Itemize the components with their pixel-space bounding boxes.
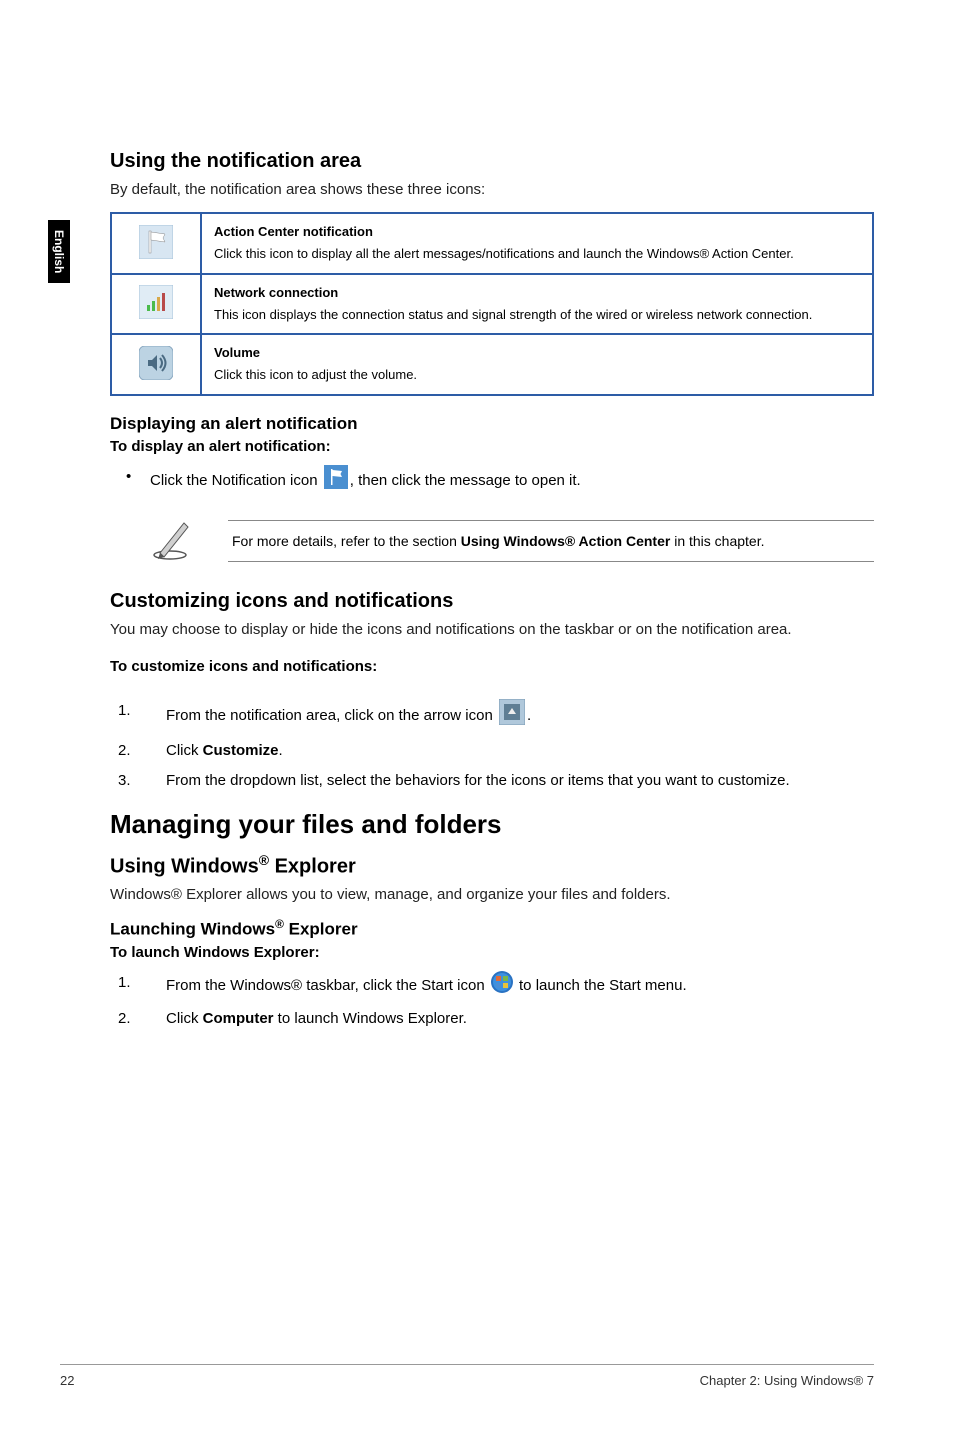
note-text: For more details, refer to the section U… (228, 520, 874, 562)
notification-icons-table: Action Center notification Click this ic… (110, 212, 874, 396)
bullet-pre: Click the Notification icon (150, 472, 322, 489)
cell-volume-icon (111, 334, 201, 395)
step2-post: . (279, 742, 283, 759)
step-click-customize: Click Customize. (110, 739, 874, 763)
desc-network: This icon displays the connection status… (214, 307, 812, 322)
page-number: 22 (60, 1373, 74, 1388)
heading-display-alert: Displaying an alert notification (110, 414, 874, 434)
chapter-label: Chapter 2: Using Windows® 7 (700, 1373, 874, 1388)
title-network: Network connection (214, 285, 860, 300)
note-post: in this chapter. (670, 533, 764, 549)
flag-icon (139, 225, 173, 259)
cell-flag-desc: Action Center notification Click this ic… (201, 213, 873, 274)
arrow-up-icon (499, 699, 525, 733)
heading-managing-files: Managing your files and folders (110, 809, 874, 840)
note-bold: Using Windows® Action Center (461, 533, 671, 549)
cell-volume-desc: Volume Click this icon to adjust the vol… (201, 334, 873, 395)
bold-launch-explorer: To launch Windows Explorer: (110, 944, 874, 961)
bullet-list-alert: Click the Notification icon , then click… (110, 465, 874, 497)
launch1-pre: From the Windows® taskbar, click the Sta… (166, 977, 489, 994)
step-click-computer: Click Computer to launch Windows Explore… (110, 1007, 874, 1031)
step-start-icon: From the Windows® taskbar, click the Sta… (110, 971, 874, 1001)
heading-customizing: Customizing icons and notifications (110, 590, 874, 613)
numlist-launch: From the Windows® taskbar, click the Sta… (110, 971, 874, 1031)
step2-bold: Customize (203, 742, 279, 759)
launch2-pre: Click (166, 1010, 203, 1027)
sidebar-lang-tab: English (48, 220, 70, 283)
heading-windows-explorer: Using Windows® Explorer (110, 852, 874, 879)
volume-icon (139, 346, 173, 380)
title-action-center: Action Center notification (214, 224, 860, 239)
intro-explorer: Windows® Explorer allows you to view, ma… (110, 884, 874, 905)
step-dropdown: From the dropdown list, select the behav… (110, 769, 874, 793)
pencil-icon (150, 515, 198, 568)
intro-customizing: You may choose to display or hide the ic… (110, 619, 874, 640)
heading-launching-explorer: Launching Windows® Explorer (110, 917, 874, 940)
step1-pre: From the notification area, click on the… (166, 707, 497, 724)
flag-icon-inline (324, 465, 348, 497)
cell-network-desc: Network connection This icon displays th… (201, 274, 873, 335)
page-footer: 22 Chapter 2: Using Windows® 7 (60, 1364, 874, 1388)
page-content: Using the notification area By default, … (0, 0, 954, 1105)
bold-display-alert: To display an alert notification: (110, 438, 874, 455)
step-arrow-icon: From the notification area, click on the… (110, 699, 874, 733)
step2-pre: Click (166, 742, 203, 759)
bold-customize: To customize icons and notifications: (110, 658, 874, 675)
cell-network-icon (111, 274, 201, 335)
step1-post: . (527, 707, 531, 724)
heading-notification-area: Using the notification area (110, 150, 874, 173)
desc-action-center: Click this icon to display all the alert… (214, 246, 794, 261)
note-pre: For more details, refer to the section (232, 533, 461, 549)
bullet-post: , then click the message to open it. (350, 472, 581, 489)
cell-flag-icon (111, 213, 201, 274)
launch1-post: to launch the Start menu. (515, 977, 687, 994)
bullet-item-notification: Click the Notification icon , then click… (150, 465, 874, 497)
intro-notification-area: By default, the notification area shows … (110, 179, 874, 200)
title-volume: Volume (214, 345, 860, 360)
numlist-customize: From the notification area, click on the… (110, 699, 874, 793)
windows-start-icon (491, 971, 513, 1001)
note-box: For more details, refer to the section U… (150, 515, 874, 568)
desc-volume: Click this icon to adjust the volume. (214, 367, 417, 382)
launch2-post: to launch Windows Explorer. (274, 1010, 467, 1027)
network-icon (139, 285, 173, 319)
step3-text: From the dropdown list, select the behav… (166, 772, 790, 789)
launch2-bold: Computer (203, 1010, 274, 1027)
